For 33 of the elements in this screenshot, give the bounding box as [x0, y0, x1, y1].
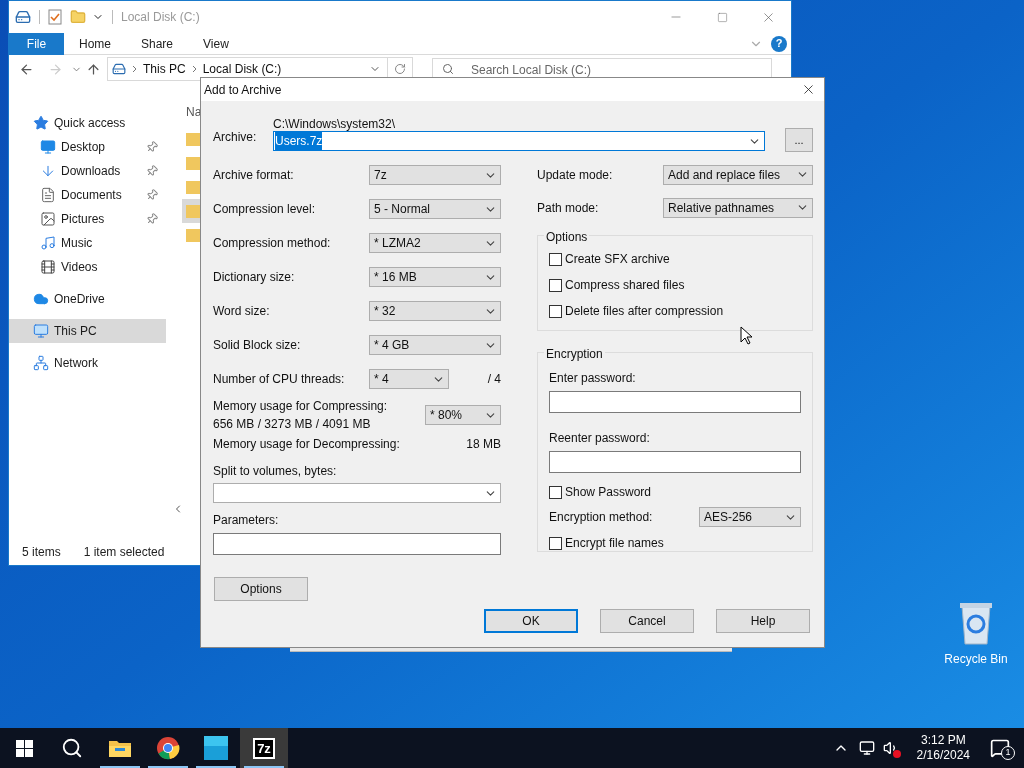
checkbox-label: Delete files after compression: [565, 303, 724, 320]
field-label: Parameters:: [213, 513, 280, 527]
selected-text: Users.7z: [275, 132, 323, 150]
field-label: Update mode:: [537, 166, 614, 184]
app-logo: 7z: [253, 737, 275, 759]
field-label: Memory usage for Compressing:: [213, 398, 388, 415]
field-label: Dictionary size:: [213, 269, 296, 286]
field-label: Path mode:: [537, 199, 600, 217]
notification-count: 1: [1001, 746, 1015, 760]
field-label: Encryption method:: [549, 509, 653, 526]
status-text: 5 items: [22, 544, 61, 561]
field-label: Solid Block size:: [213, 337, 302, 354]
folder-path: C:\Windows\system32\: [273, 116, 397, 131]
field-label: Number of CPU threads:: [213, 371, 346, 388]
field-label: Word size:: [213, 303, 271, 320]
memory-usage: 18 MB: [466, 436, 501, 453]
field-label: Split to volumes, bytes:: [213, 464, 338, 478]
field-label: Compression method:: [213, 235, 332, 252]
field-label: Compression level:: [213, 201, 317, 218]
checkbox-label: Create SFX archive: [565, 251, 670, 268]
field-label: Memory usage for Decompressing:: [213, 436, 400, 453]
dialog-title: Add to Archive: [204, 81, 282, 99]
field-label: Reenter password:: [549, 430, 651, 447]
field-label: Enter password:: [549, 370, 637, 387]
checkbox-label: Encrypt file names: [565, 535, 664, 552]
field-label: Archive:: [213, 129, 258, 146]
checkbox-label: Compress shared files: [565, 277, 685, 294]
field-label: Archive format:: [213, 167, 295, 184]
thread-count: / 4: [487, 371, 501, 388]
status-text: 1 item selected: [83, 544, 165, 561]
checkbox-label: Show Password: [565, 484, 652, 501]
memory-usage: 656 MB / 3273 MB / 4091 MB: [213, 416, 372, 433]
window-title: Local Disk (C:): [121, 9, 200, 26]
